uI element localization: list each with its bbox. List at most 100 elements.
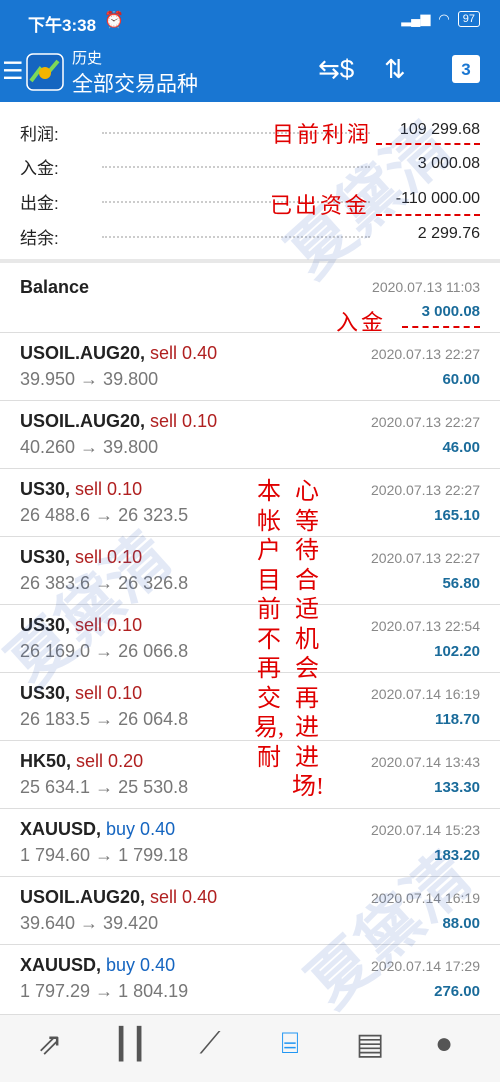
trade-datetime: 2020.07.13 22:27 xyxy=(371,414,480,430)
summary-balance-label: 结余: xyxy=(20,229,59,248)
annotation-withdrawn: 已出资金 xyxy=(270,193,371,218)
balance-datetime: 2020.07.13 11:03 xyxy=(372,279,480,295)
table-row[interactable]: US30, sell 0.10 26 169.0 → 26 066.8 2020… xyxy=(0,605,500,673)
trade-datetime: 2020.07.14 17:29 xyxy=(371,958,480,974)
trade-profit: 276.00 xyxy=(434,983,480,1000)
trade-symbol: US30, sell 0.10 xyxy=(20,479,143,499)
trade-prices: 25 634.1 → 25 530.8 xyxy=(20,777,189,797)
annotation-underline xyxy=(376,214,480,216)
history-icon[interactable]: ⌸ xyxy=(268,1027,312,1071)
trade-prices: 26 383.6 → 26 326.8 xyxy=(20,573,189,593)
trade-profit: 118.70 xyxy=(434,711,480,728)
trade-datetime: 2020.07.14 16:19 xyxy=(371,686,480,702)
trade-side: buy 0.40 xyxy=(106,955,176,975)
trade-datetime: 2020.07.13 22:27 xyxy=(371,346,480,362)
trade-side: sell 0.10 xyxy=(75,479,143,499)
trade-symbol: USOIL.AUG20, sell 0.40 xyxy=(20,887,218,907)
trade-prices: 39.950 → 39.800 xyxy=(20,369,159,389)
trade-prices: 26 169.0 → 26 066.8 xyxy=(20,641,189,661)
table-row[interactable]: US30, sell 0.10 26 383.6 → 26 326.8 2020… xyxy=(0,537,500,605)
summary-profit-value: 109 299.68 xyxy=(399,121,480,138)
trade-prices: 26 183.5 → 26 064.8 xyxy=(20,709,189,729)
table-row[interactable]: HK50, sell 0.20 25 634.1 → 25 530.8 2020… xyxy=(0,741,500,809)
table-row[interactable]: USOIL.AUG20, sell 0.40 39.640 → 39.420 2… xyxy=(0,877,500,945)
balance-amount: 3 000.08 xyxy=(421,303,480,320)
trade-side: sell 0.10 xyxy=(75,547,143,567)
trade-datetime: 2020.07.13 22:27 xyxy=(371,482,480,498)
summary-balance-value: 2 299.76 xyxy=(417,225,480,242)
table-row[interactable]: USOIL.AUG20, sell 0.40 39.950 → 39.800 2… xyxy=(0,333,500,401)
trade-datetime: 2020.07.14 15:23 xyxy=(371,822,480,838)
summary-profit: 利润: 109 299.68 xyxy=(20,116,480,146)
alarm-icon: ⏰ xyxy=(104,12,124,29)
trade-prices: 40.260 → 39.800 xyxy=(20,437,159,457)
trade-profit: 165.10 xyxy=(434,507,480,524)
trade-symbol: XAUUSD, buy 0.40 xyxy=(20,955,176,975)
trade-symbol: US30, sell 0.10 xyxy=(20,615,143,635)
trade-symbol: US30, sell 0.10 xyxy=(20,547,143,567)
trade-datetime: 2020.07.13 22:54 xyxy=(371,618,480,634)
status-time: 下午3:38 xyxy=(28,16,97,35)
page-title[interactable]: 全部交易品种 xyxy=(72,68,198,98)
app-subtitle: 历史 xyxy=(72,50,103,67)
dotted-leader xyxy=(102,166,370,168)
trade-profit: 60.00 xyxy=(442,371,480,388)
menu-icon[interactable]: ☰ xyxy=(2,57,24,86)
trade-symbol: XAUUSD, buy 0.40 xyxy=(20,819,176,839)
trade-side: sell 0.20 xyxy=(76,751,144,771)
summary-deposit-label: 入金: xyxy=(20,159,59,178)
sort-icon[interactable]: ⇅ xyxy=(384,54,406,85)
trade-side: buy 0.40 xyxy=(106,819,176,839)
table-row[interactable]: USOIL.AUG20, sell 0.10 40.260 → 39.800 2… xyxy=(0,401,500,469)
trade-profit: 46.00 xyxy=(442,439,480,456)
trade-profit: 183.20 xyxy=(434,847,480,864)
annotation-deposit: 入金 xyxy=(336,310,387,335)
trade-side: sell 0.40 xyxy=(150,343,218,363)
trade-datetime: 2020.07.14 13:43 xyxy=(371,754,480,770)
summary-withdrawal: 出金: -110 000.00 xyxy=(20,185,480,215)
summary-deposit: 入金: 3 000.08 xyxy=(20,150,480,180)
news-icon[interactable]: ▤ xyxy=(348,1027,392,1071)
trade-profit: 88.00 xyxy=(442,915,480,932)
calendar-icon[interactable]: 3 xyxy=(452,55,480,83)
currency-filter-icon[interactable]: ⇆$ xyxy=(318,54,354,85)
trade-side: sell 0.10 xyxy=(75,683,143,703)
wifi-icon: ◠ xyxy=(438,11,450,26)
annotation-underline xyxy=(376,143,480,145)
status-indicators: ▂▄▆ ◠ 97 xyxy=(401,11,480,27)
signal-icon: ▂▄▆ xyxy=(401,11,431,26)
balance-label: Balance xyxy=(20,277,90,297)
summary-panel: 利润: 109 299.68 入金: 3 000.08 出金: -110 000… xyxy=(0,102,500,260)
table-row[interactable]: XAUUSD, buy 0.40 1 794.60 → 1 799.18 202… xyxy=(0,809,500,877)
trade-side: sell 0.40 xyxy=(150,887,218,907)
trade-symbol: USOIL.AUG20, sell 0.10 xyxy=(20,411,218,431)
bottom-nav: ⇗ ┃┃ ⟋ ⌸ ▤ ● xyxy=(0,1014,500,1082)
battery-icon: 97 xyxy=(457,11,480,27)
messages-icon[interactable]: ● xyxy=(422,1027,466,1071)
chart-icon[interactable]: ┃┃ xyxy=(108,1027,152,1071)
app-logo-icon xyxy=(26,53,64,91)
table-row[interactable]: US30, sell 0.10 26 488.6 → 26 323.5 2020… xyxy=(0,469,500,537)
trade-symbol: HK50, sell 0.20 xyxy=(20,751,144,771)
trade-side: sell 0.10 xyxy=(75,615,143,635)
quotes-icon[interactable]: ⇗ xyxy=(28,1027,72,1071)
trade-prices: 1 794.60 → 1 799.18 xyxy=(20,845,189,865)
table-row[interactable]: US30, sell 0.10 26 183.5 → 26 064.8 2020… xyxy=(0,673,500,741)
summary-withdrawal-label: 出金: xyxy=(20,194,59,213)
summary-profit-label: 利润: xyxy=(20,125,59,144)
trade-side: sell 0.10 xyxy=(150,411,218,431)
status-bar: 下午3:38 ⏰ ▂▄▆ ◠ 97 xyxy=(0,0,500,40)
balance-entry[interactable]: Balance 2020.07.13 11:03 3 000.08 xyxy=(0,264,500,333)
annotation-column-right: 心等待合适机会再进进场! xyxy=(292,479,324,800)
table-row[interactable]: XAUUSD, buy 0.40 1 797.29 → 1 804.19 202… xyxy=(0,945,500,1012)
summary-balance: 结余: 2 299.76 xyxy=(20,220,480,250)
section-divider xyxy=(0,259,500,263)
trade-profit: 56.80 xyxy=(442,575,480,592)
trade-symbol: USOIL.AUG20, sell 0.40 xyxy=(20,343,218,363)
annotation-underline xyxy=(402,326,480,328)
app-bar: ☰ 历史 全部交易品种 ⇆$ ⇅ xyxy=(0,40,500,102)
annotation-column-left: 本帐户目前不再交易,耐 xyxy=(254,479,284,771)
trade-icon[interactable]: ⟋ xyxy=(188,1027,232,1071)
summary-withdrawal-value: -110 000.00 xyxy=(395,190,480,207)
trade-datetime: 2020.07.13 22:27 xyxy=(371,550,480,566)
